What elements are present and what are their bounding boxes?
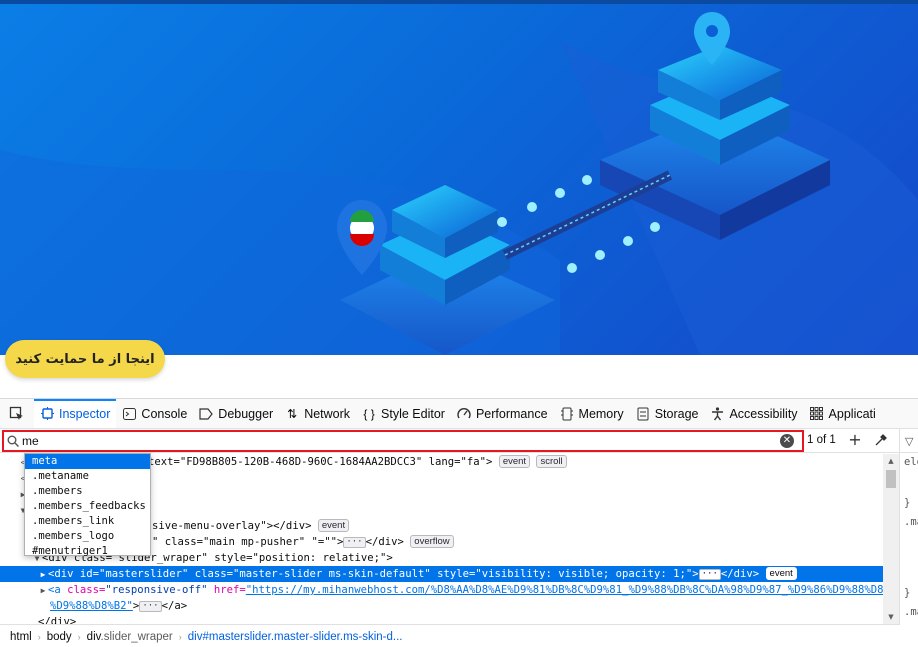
autocomplete-item[interactable]: meta: [25, 454, 150, 469]
expand-arrow-icon[interactable]: ▶: [38, 567, 48, 583]
search-autocomplete-popup: meta .metaname .members .members_feedbac…: [24, 453, 151, 559]
event-badge[interactable]: event: [765, 567, 797, 580]
tab-label: Storage: [654, 406, 699, 421]
tab-performance[interactable]: Performance: [451, 399, 554, 428]
autocomplete-item[interactable]: .members_link: [25, 514, 150, 529]
inspector-icon: [40, 407, 54, 421]
inspector-search-row: ✕ 1 of 1 +: [0, 429, 918, 453]
tab-network[interactable]: ⇅ Network: [279, 399, 356, 428]
clear-search-icon[interactable]: ✕: [780, 434, 794, 448]
add-node-icon[interactable]: +: [848, 432, 862, 448]
autocomplete-item[interactable]: .metaname: [25, 469, 150, 484]
tab-label: Inspector: [59, 406, 111, 421]
tab-inspector[interactable]: Inspector: [34, 399, 117, 428]
isometric-server-illustration: [0, 12, 918, 355]
scroll-up-icon[interactable]: ▲: [883, 454, 899, 468]
search-input[interactable]: [22, 433, 762, 449]
filter-icon[interactable]: ▽: [905, 435, 913, 448]
event-badge[interactable]: event: [317, 519, 350, 532]
tab-debugger[interactable]: Debugger: [193, 399, 279, 428]
tab-label: Performance: [475, 406, 548, 421]
tab-style-editor[interactable]: { } Style Editor: [356, 399, 451, 428]
tree-row[interactable]: </div>: [0, 614, 883, 624]
tab-label: Debugger: [218, 406, 274, 421]
autocomplete-item[interactable]: #menutriger1: [25, 544, 150, 559]
tab-label: Console: [141, 406, 188, 421]
autocomplete-item[interactable]: .members_feedbacks: [25, 499, 150, 514]
breadcrumb-item[interactable]: div.slider_wraper: [81, 631, 179, 643]
hero-slider: [0, 0, 918, 355]
console-icon: [122, 407, 136, 421]
tab-console[interactable]: Console: [116, 399, 193, 428]
memory-icon: [560, 407, 574, 421]
support-us-button[interactable]: اینجا از ما حمایت کنید: [5, 340, 165, 378]
search-box: ✕: [2, 430, 804, 452]
event-badge[interactable]: event: [498, 455, 531, 468]
performance-icon: [457, 407, 471, 421]
tab-memory[interactable]: Memory: [554, 399, 630, 428]
tab-label: Style Editor: [381, 406, 445, 421]
tree-row[interactable]: %D9%88%D8%B2"> ··· </a>: [0, 598, 883, 614]
style-editor-icon: { }: [363, 406, 375, 421]
tree-row-selected[interactable]: ▶ <div id="masterslider" class="master-sl…: [0, 566, 883, 582]
debugger-icon: [199, 407, 214, 421]
network-icon: ⇅: [287, 406, 298, 421]
breadcrumb-item-current[interactable]: div#masterslider.master-slider.ms-skin-d…: [182, 631, 409, 643]
breadcrumb: html › body › div.slider_wraper › div#ma…: [0, 624, 900, 647]
autocomplete-item[interactable]: .members_logo: [25, 529, 150, 544]
scroll-down-icon[interactable]: ▼: [883, 610, 899, 624]
overflow-badge[interactable]: overflow: [410, 535, 454, 548]
tab-label: Applicati: [828, 406, 876, 421]
breadcrumb-item[interactable]: html: [4, 631, 38, 643]
tab-storage[interactable]: Storage: [630, 399, 705, 428]
storage-icon: [636, 407, 650, 421]
expand-arrow-icon[interactable]: ▶: [38, 583, 48, 599]
autocomplete-item[interactable]: .members: [25, 484, 150, 499]
application-icon: [810, 407, 824, 421]
search-icon: [4, 435, 22, 447]
collapsed-content-icon[interactable]: ···: [343, 537, 366, 548]
match-count: 1 of 1: [807, 434, 836, 446]
tab-application[interactable]: Applicati: [804, 399, 882, 428]
tab-label: Network: [304, 406, 351, 421]
tree-row[interactable]: ▶ <a class="responsive-off" href="https:/…: [0, 582, 883, 598]
scroll-thumb[interactable]: [886, 470, 896, 488]
tab-label: Accessibility: [729, 406, 798, 421]
tab-label: Memory: [578, 406, 624, 421]
tab-accessibility[interactable]: Accessibility: [704, 399, 803, 428]
markup-scrollbar[interactable]: ▲ ▼: [883, 454, 899, 624]
href-link[interactable]: "https://my.mihanwebhost.com/%D8%AA%D8%A…: [246, 584, 883, 596]
devtools-toolbar: Inspector Console Debugger ⇅ Network { }…: [0, 399, 918, 429]
accessibility-icon: [710, 406, 724, 421]
element-picker-icon: [9, 406, 23, 420]
collapsed-content-icon[interactable]: ···: [139, 601, 162, 612]
eyedropper-icon[interactable]: [874, 433, 890, 449]
element-picker-button[interactable]: [0, 399, 34, 428]
breadcrumb-item[interactable]: body: [41, 631, 78, 643]
href-link[interactable]: %D9%88%D8%B2": [50, 600, 133, 612]
scroll-badge[interactable]: scroll: [536, 455, 567, 468]
rules-panel: ele } .ma } .ma: [904, 456, 918, 618]
collapsed-content-icon[interactable]: ···: [698, 569, 721, 580]
